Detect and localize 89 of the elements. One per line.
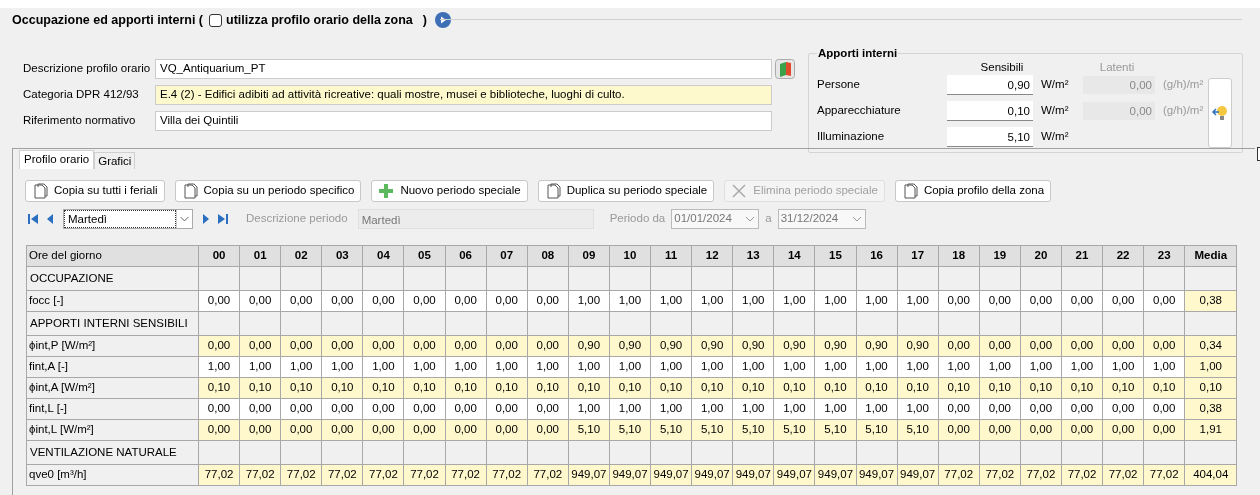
column-header: 12 xyxy=(691,245,733,267)
row-label: ϕint,A [W/m²] xyxy=(26,377,199,399)
column-header: 21 xyxy=(1061,245,1103,267)
section-label: OCCUPAZIONE xyxy=(26,266,199,291)
field-label: Descrizione profilo orario xyxy=(23,61,152,77)
documents-icon xyxy=(32,183,48,199)
unit-label: (g/h)/m² xyxy=(1163,103,1204,119)
documents-icon xyxy=(181,183,198,199)
row-label: Apparecchiature xyxy=(817,103,902,119)
number-field[interactable]: 0,10 xyxy=(947,101,1033,121)
column-header: 23 xyxy=(1143,245,1185,267)
unit-label: W/m² xyxy=(1041,77,1070,93)
previous-icon xyxy=(45,212,55,226)
unit-label: (g/h)/m² xyxy=(1163,77,1204,93)
row-label: fint,L [-] xyxy=(26,398,199,420)
column-header: 22 xyxy=(1102,245,1144,267)
first-icon xyxy=(27,212,39,226)
checkbox[interactable] xyxy=(209,13,222,27)
checkbox-label[interactable]: utilizza profilo orario della zona xyxy=(226,10,413,30)
column-header: 02 xyxy=(280,245,322,267)
number-field[interactable]: 5,10 xyxy=(947,127,1033,147)
tab[interactable]: Profilo orario xyxy=(19,150,95,169)
play-icon xyxy=(435,12,451,28)
column-header: 09 xyxy=(568,245,610,267)
tab[interactable]: Grafici xyxy=(94,152,136,169)
column-header: 00 xyxy=(198,245,240,267)
section-label: APPORTI INTERNI SENSIBILI xyxy=(26,311,199,336)
column-header: Ore del giorno xyxy=(26,245,199,267)
column-header: 11 xyxy=(650,245,692,267)
chevron-down-icon xyxy=(176,210,192,228)
toolbar-button[interactable]: Copia su tutti i feriali xyxy=(25,180,165,202)
column-header: 06 xyxy=(445,245,487,267)
column-header: Latenti xyxy=(1098,60,1136,72)
column-header: 01 xyxy=(239,245,281,267)
column-header: 03 xyxy=(321,245,363,267)
column-header: 13 xyxy=(732,245,774,267)
dropdown-value: Martedì xyxy=(64,210,176,228)
plus-icon xyxy=(378,183,395,199)
cross-icon xyxy=(731,183,748,199)
row-label: ϕint,L [W/m²] xyxy=(26,419,199,441)
text-field[interactable]: VQ_Antiquarium_PT xyxy=(155,59,772,79)
text-field[interactable]: E.4 (2) - Edifici adibiti ad attività ricreative: quali mostre, musei e biblioteche, luoghi di culto. xyxy=(155,85,772,105)
field-label: Periodo da xyxy=(609,211,666,227)
field-label: Riferimento normativo xyxy=(23,113,137,129)
toolbar-button[interactable]: Copia su un periodo specifico xyxy=(174,180,362,202)
paren-text: ) xyxy=(422,11,427,29)
column-header: 10 xyxy=(609,245,651,267)
column-header: 05 xyxy=(403,245,446,267)
column-header: 16 xyxy=(856,245,898,267)
number-field: 0,00 xyxy=(1083,76,1155,94)
row-label: ϕint,P [W/m²] xyxy=(26,335,199,357)
row-label: focc [-] xyxy=(26,290,199,312)
toolbar-button[interactable]: Duplica su periodo speciale xyxy=(537,180,715,202)
toolbar-button[interactable]: Nuovo periodo speciale xyxy=(371,180,528,202)
column-header: 17 xyxy=(897,245,939,267)
field-label: Descrizione periodo xyxy=(246,211,348,227)
column-header: 15 xyxy=(814,245,856,267)
section-title: Occupazione ed apporti interni ( xyxy=(12,11,203,29)
column-header: 19 xyxy=(979,245,1021,267)
number-field: 0,00 xyxy=(1083,102,1155,120)
column-header: Media xyxy=(1184,245,1237,267)
date-field[interactable]: 31/12/2024 xyxy=(777,209,866,229)
unit-label: W/m² xyxy=(1041,103,1070,119)
unit-label: W/m² xyxy=(1041,129,1070,145)
documents-icon xyxy=(544,183,561,199)
column-header: 18 xyxy=(938,245,980,267)
field-label: a xyxy=(765,211,772,227)
row-label: Illuminazione xyxy=(817,129,886,145)
bulb-icon xyxy=(1212,104,1228,122)
section-label: VENTILAZIONE NATURALE xyxy=(26,440,199,465)
column-header: 20 xyxy=(1020,245,1062,267)
row-label: fint,A [-] xyxy=(26,356,199,378)
last-icon xyxy=(217,212,229,226)
column-header: 07 xyxy=(486,245,528,267)
date-field[interactable]: 01/01/2024 xyxy=(671,209,760,229)
next-icon xyxy=(201,212,211,226)
field-label: Categoria DPR 412/93 xyxy=(23,87,140,103)
column-header: 04 xyxy=(362,245,404,267)
book-icon xyxy=(775,59,795,79)
row-label: Persone xyxy=(817,77,861,93)
day-dropdown[interactable]: Martedì xyxy=(63,209,193,229)
toolbar-button[interactable]: Copia profilo della zona xyxy=(894,180,1052,202)
column-header: Sensibili xyxy=(979,60,1025,72)
text-field[interactable]: Villa dei Quintili xyxy=(155,111,772,131)
number-field[interactable]: 0,90 xyxy=(947,75,1033,95)
documents-icon xyxy=(901,183,918,199)
column-header: 14 xyxy=(773,245,815,267)
column-header: 08 xyxy=(527,245,569,267)
row-label: qve0 [m³/h] xyxy=(26,464,199,486)
